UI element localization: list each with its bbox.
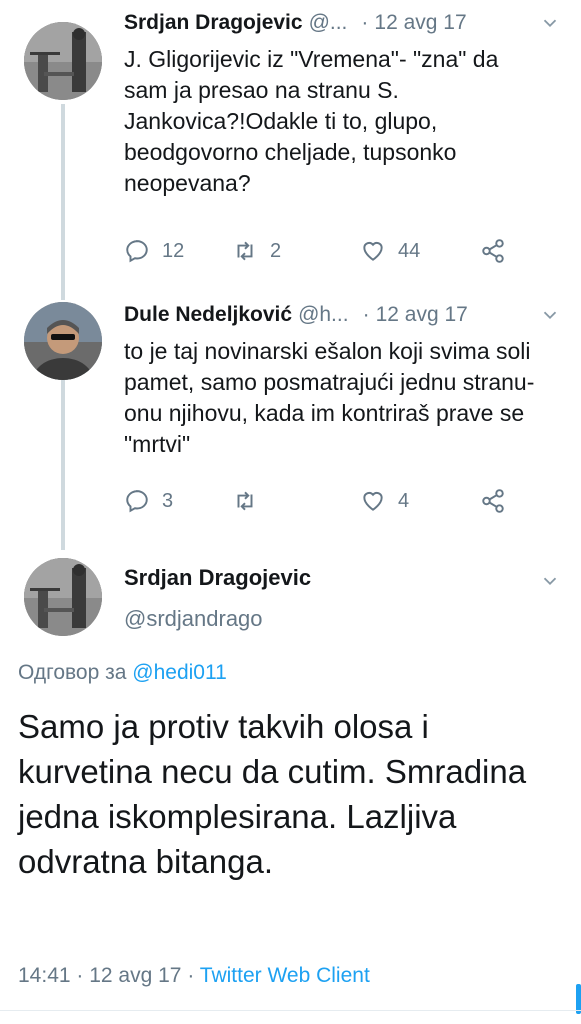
tweet-meta: 14:41 · 12 avg 17 · Twitter Web Client xyxy=(18,964,370,988)
like-button[interactable]: 4 xyxy=(360,486,409,516)
main-avatar[interactable] xyxy=(24,558,102,636)
reply-count: 12 xyxy=(162,239,185,262)
like-count: 4 xyxy=(398,489,410,512)
share-button[interactable] xyxy=(480,236,506,266)
avatar-image xyxy=(24,558,102,636)
avatar[interactable] xyxy=(24,302,102,380)
chevron-down-icon[interactable] xyxy=(539,12,561,34)
like-button[interactable]: 44 xyxy=(360,236,420,266)
like-count: 44 xyxy=(398,239,421,262)
tweet-2[interactable]: Dule Nedeljković @h... · 12 avg 17 to je… xyxy=(0,290,581,550)
separator-dot: · xyxy=(361,11,369,34)
chevron-down-icon[interactable] xyxy=(539,570,561,592)
avatar[interactable] xyxy=(24,22,102,100)
timestamp[interactable]: 12 avg 17 xyxy=(376,303,468,327)
retweet-button[interactable] xyxy=(232,486,270,516)
reply-mention-link[interactable]: @hedi011 xyxy=(132,661,227,684)
separator-dot: · xyxy=(76,964,90,987)
retweet-button[interactable]: 2 xyxy=(232,236,281,266)
main-username[interactable]: @srdjandrago xyxy=(124,606,263,632)
share-icon xyxy=(482,239,504,263)
main-tweet-text: Samo ja protiv takvih olosa i kurvetina … xyxy=(18,708,527,880)
reply-context: Одговор за @hedi011 xyxy=(18,661,227,685)
heart-icon xyxy=(363,241,383,261)
heart-icon xyxy=(363,491,383,511)
reply-count: 3 xyxy=(162,489,174,512)
username[interactable]: @... xyxy=(309,11,348,35)
tweet-actions: 12 2 44 xyxy=(124,236,524,266)
tweet-header: Srdjan Dragojevic @... · 12 avg 17 xyxy=(124,8,565,38)
username[interactable]: @h... xyxy=(298,303,349,327)
tweet-1[interactable]: Srdjan Dragojevic @... · 12 avg 17 J. Gl… xyxy=(0,0,581,290)
tweet-time[interactable]: 14:41 xyxy=(18,964,71,987)
separator-dot: · xyxy=(362,303,370,326)
reply-button[interactable]: 3 xyxy=(124,486,173,516)
separator-dot: · xyxy=(187,964,200,987)
main-display-name[interactable]: Srdjan Dragojevic xyxy=(124,565,311,591)
client-link[interactable]: Twitter Web Client xyxy=(200,964,370,987)
tweet-date[interactable]: 12 avg 17 xyxy=(89,964,181,987)
retweet-count: 2 xyxy=(270,239,282,262)
timestamp[interactable]: 12 avg 17 xyxy=(374,11,466,35)
display-name[interactable]: Srdjan Dragojevic xyxy=(124,11,303,35)
reply-icon xyxy=(126,490,148,513)
reply-prefix: Одговор за xyxy=(18,661,127,684)
display-name[interactable]: Dule Nedeljković xyxy=(124,303,292,327)
tweet-text: J. Gligorijevic iz "Vremena"- "zna" da s… xyxy=(124,46,499,196)
tweet-text: to je taj novinarski ešalon koji svima s… xyxy=(124,338,535,457)
share-icon xyxy=(482,489,504,513)
retweet-icon xyxy=(237,491,253,511)
chevron-down-icon[interactable] xyxy=(539,304,561,326)
reply-button[interactable]: 12 xyxy=(124,236,184,266)
tweet-header: Dule Nedeljković @h... · 12 avg 17 xyxy=(124,300,565,330)
share-button[interactable] xyxy=(480,486,506,516)
tweet-actions: 3 4 xyxy=(124,486,524,516)
retweet-icon xyxy=(237,241,253,261)
avatar-image xyxy=(24,302,102,380)
reply-icon xyxy=(126,240,148,263)
avatar-image xyxy=(24,22,102,100)
divider xyxy=(0,1010,581,1011)
